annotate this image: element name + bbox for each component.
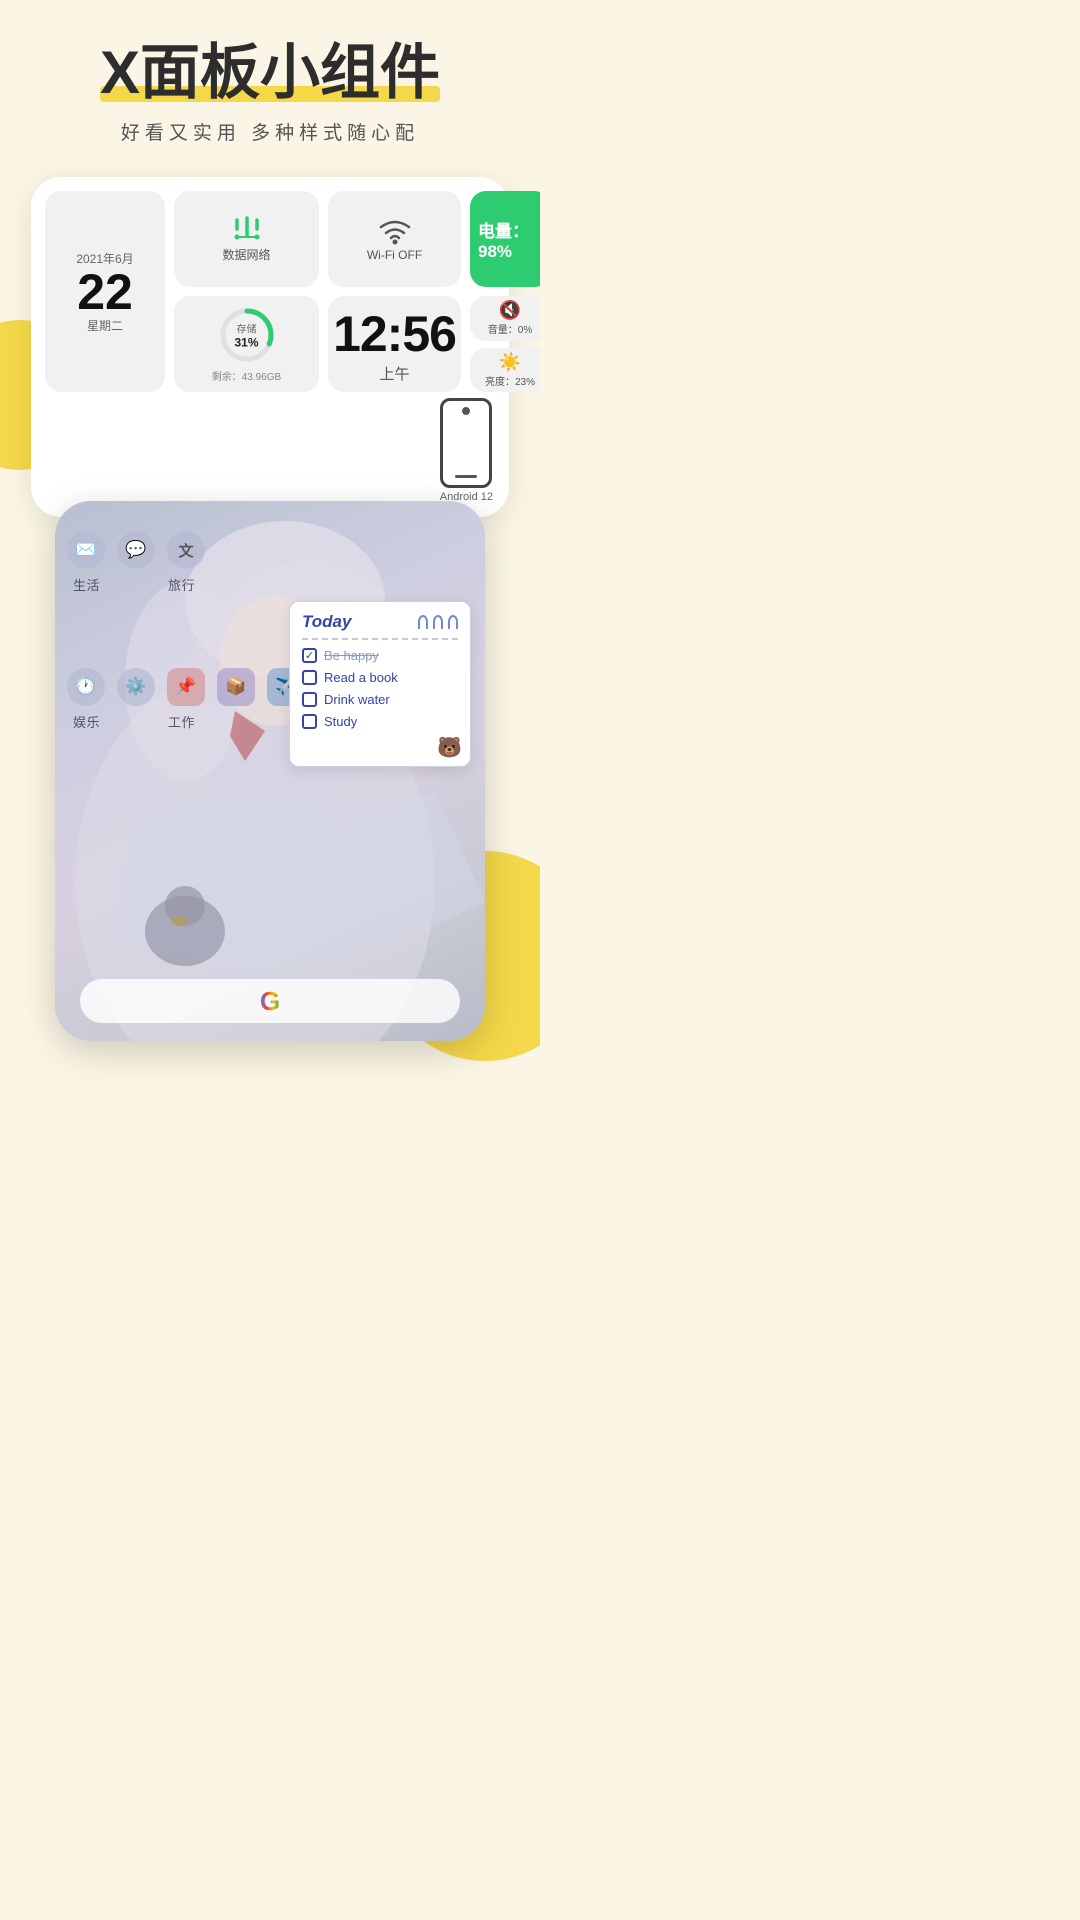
folder-group-entertainment[interactable]: 娱乐 [73, 712, 100, 731]
app-icon-purple[interactable]: 📦 [217, 668, 255, 706]
android-section: Android 12 [45, 398, 495, 503]
notepad-item-2[interactable]: Read a book [302, 670, 458, 685]
page-subtitle: 好看又实用 多种样式随心配 [100, 118, 440, 145]
checkbox-1[interactable]: ✓ [302, 648, 317, 663]
notepad-header: Today [302, 612, 458, 640]
storage-pct: 31% [234, 336, 258, 350]
screen-content: ✉️ 💬 文 生活 旅行 🕐 ⚙️ 📌 [55, 501, 485, 1041]
sound-icon: 🔇 [499, 300, 521, 321]
phone-camera-dot [462, 407, 470, 415]
bear-decoration: 🐻 [437, 735, 462, 760]
app-icon-message[interactable]: 💬 [117, 531, 155, 569]
data-network-cell[interactable]: 数据网络 [174, 191, 319, 287]
data-network-icon [228, 215, 266, 243]
date-day: 22 [77, 267, 133, 317]
storage-remaining: 剩余：43.96GB [212, 368, 281, 383]
icon-row-1: ✉️ 💬 文 [67, 531, 473, 569]
brightness-cell[interactable]: ☀️ 亮度：23% [470, 348, 540, 393]
notepad-widget: Today ✓ Be happy [289, 601, 471, 767]
notepad-title: Today [302, 612, 351, 632]
battery-label: 电量：98% [478, 217, 540, 262]
app-icon-mail[interactable]: ✉️ [67, 531, 105, 569]
app-icon-pink[interactable]: 📌 [167, 668, 205, 706]
storage-title: 存储 [234, 321, 258, 336]
main-wrap: X面板小组件 好看又实用 多种样式随心配 2021年6月 22 星期二 [0, 0, 540, 1081]
app-icon-font[interactable]: 文 [167, 531, 205, 569]
clock-time: 12:56 [333, 305, 456, 363]
header-section: X面板小组件 好看又实用 多种样式随心配 [80, 0, 460, 157]
notepad-item-2-text: Read a book [324, 670, 398, 685]
brightness-icon: ☀️ [499, 352, 521, 373]
battery-cell[interactable]: 电量：98% [470, 191, 540, 287]
notepad-item-4-text: Study [324, 714, 357, 729]
sound-label: 音量：0% [488, 321, 532, 336]
folder-entertainment-label: 娱乐 [73, 712, 100, 731]
brightness-label: 亮度：23% [485, 373, 535, 388]
google-logo: G [260, 986, 280, 1017]
android-cell: Android 12 [440, 398, 493, 503]
notepad-item-4[interactable]: Study [302, 714, 458, 729]
android-phone-outline [440, 398, 492, 488]
folder-travel-label: 旅行 [168, 575, 195, 594]
ring-1 [418, 615, 428, 629]
date-weekday: 星期二 [87, 317, 123, 334]
phone-screen-mockup: ✉️ 💬 文 生活 旅行 🕐 ⚙️ 📌 [55, 501, 485, 1041]
folder-group-life[interactable]: 生活 [73, 575, 100, 594]
clock-cell: 12:56 上午 [328, 296, 461, 392]
storage-cell: 存储 31% 剩余：43.96GB [174, 296, 319, 392]
ring-3 [448, 615, 458, 629]
app-icon-clock[interactable]: 🕐 [67, 668, 105, 706]
folder-life-label: 生活 [73, 575, 100, 594]
page-title: X面板小组件 [100, 40, 440, 106]
notepad-item-3[interactable]: Drink water [302, 692, 458, 707]
notepad-item-3-text: Drink water [324, 692, 390, 707]
checkbox-4[interactable] [302, 714, 317, 729]
cc-grid: 2021年6月 22 星期二 数据网络 [45, 191, 495, 392]
data-network-label: 数据网络 [222, 246, 270, 263]
folder-group-work[interactable]: 工作 [168, 712, 195, 731]
storage-ring: 存储 31% [217, 305, 277, 365]
sound-brightness-cell: 🔇 音量：0% ☀️ 亮度：23% [470, 296, 540, 392]
notepad-item-1-text: Be happy [324, 648, 379, 663]
phone-home-bar [455, 475, 477, 478]
folder-work-label: 工作 [168, 712, 195, 731]
date-cell[interactable]: 2021年6月 22 星期二 [45, 191, 165, 392]
notepad-rings [418, 615, 458, 629]
sound-cell[interactable]: 🔇 音量：0% [470, 296, 540, 341]
google-search-bar[interactable]: G [80, 979, 460, 1023]
ring-2 [433, 615, 443, 629]
folder-row-1: 生活 旅行 [73, 575, 473, 594]
folder-group-travel[interactable]: 旅行 [168, 575, 195, 594]
wifi-icon [377, 217, 413, 245]
app-icon-settings[interactable]: ⚙️ [117, 668, 155, 706]
wifi-cell[interactable]: Wi-Fi OFF [328, 191, 461, 287]
notepad-item-1[interactable]: ✓ Be happy [302, 648, 458, 663]
wifi-label: Wi-Fi OFF [367, 248, 422, 262]
control-center-widget: 2021年6月 22 星期二 数据网络 [31, 177, 509, 517]
checkbox-2[interactable] [302, 670, 317, 685]
checkbox-3[interactable] [302, 692, 317, 707]
clock-ampm: 上午 [379, 363, 409, 384]
